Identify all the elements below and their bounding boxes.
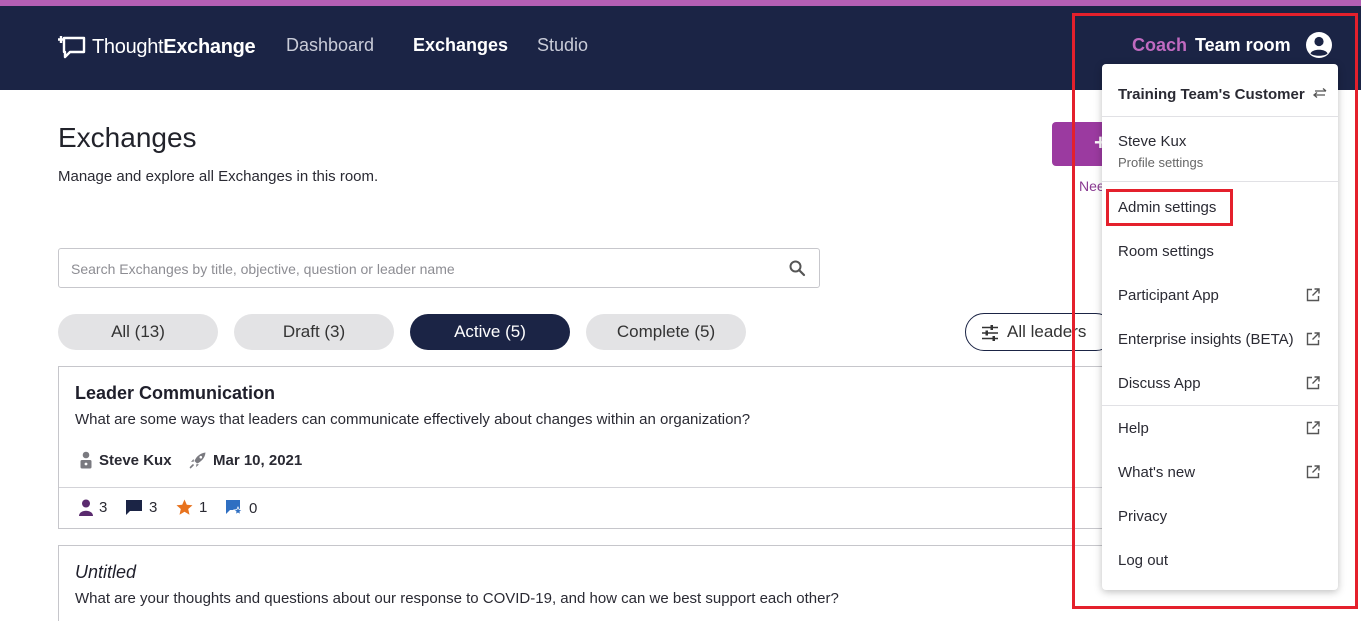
nav-exchanges[interactable]: Exchanges bbox=[413, 35, 508, 56]
star-chat-icon bbox=[226, 500, 243, 516]
chat-bubble-icon bbox=[126, 500, 142, 515]
card-question: What are your thoughts and questions abo… bbox=[75, 590, 839, 607]
nav-dashboard[interactable]: Dashboard bbox=[286, 35, 374, 56]
star-icon bbox=[176, 499, 193, 515]
shared-stat: 0 bbox=[225, 499, 257, 517]
participants-count: 3 bbox=[99, 499, 108, 516]
card-question: What are some ways that leaders can comm… bbox=[75, 411, 751, 428]
rocket-icon bbox=[189, 452, 206, 469]
card-title: Untitled bbox=[75, 562, 137, 582]
logo-text-thought: Thought bbox=[92, 35, 164, 58]
tab-active[interactable]: Active (5) bbox=[410, 314, 570, 350]
search-icon[interactable] bbox=[788, 259, 806, 277]
participants-stat: 3 bbox=[79, 499, 107, 516]
thoughtexchange-logo[interactable]: Thought Exchange bbox=[58, 32, 256, 62]
search-input[interactable] bbox=[71, 258, 761, 280]
leader-name: Steve Kux bbox=[99, 451, 172, 469]
logo-text-exchange: Exchange bbox=[163, 35, 256, 58]
exchange-card[interactable]: Leader Communication What are some ways … bbox=[58, 366, 1119, 529]
stars-count: 1 bbox=[199, 499, 208, 516]
stars-stat: 1 bbox=[176, 499, 207, 516]
logo-icon bbox=[58, 36, 86, 59]
highlight-box-menu bbox=[1072, 13, 1358, 609]
exchange-card[interactable]: Untitled What are your thoughts and ques… bbox=[58, 545, 1118, 621]
person-lock-icon bbox=[80, 451, 92, 469]
nav-studio[interactable]: Studio bbox=[537, 35, 588, 56]
tab-all[interactable]: All (13) bbox=[58, 314, 218, 350]
card-title: Leader Communication bbox=[75, 383, 276, 403]
highlight-box-admin-settings bbox=[1106, 189, 1233, 226]
tab-complete[interactable]: Complete (5) bbox=[586, 314, 746, 350]
launch-date: Mar 10, 2021 bbox=[213, 451, 303, 469]
search-bar bbox=[58, 248, 820, 288]
page-subtitle: Manage and explore all Exchanges in this… bbox=[58, 168, 379, 185]
thoughts-count: 3 bbox=[149, 499, 158, 516]
person-icon bbox=[79, 499, 93, 516]
card-leader: Steve Kux bbox=[79, 451, 172, 469]
tab-draft[interactable]: Draft (3) bbox=[234, 314, 394, 350]
filter-sliders-icon bbox=[982, 325, 998, 341]
shared-count: 0 bbox=[249, 499, 258, 517]
card-divider bbox=[59, 487, 1119, 488]
page-title: Exchanges bbox=[58, 122, 197, 153]
card-date: Mar 10, 2021 bbox=[189, 451, 302, 469]
thoughts-stat: 3 bbox=[125, 499, 157, 516]
